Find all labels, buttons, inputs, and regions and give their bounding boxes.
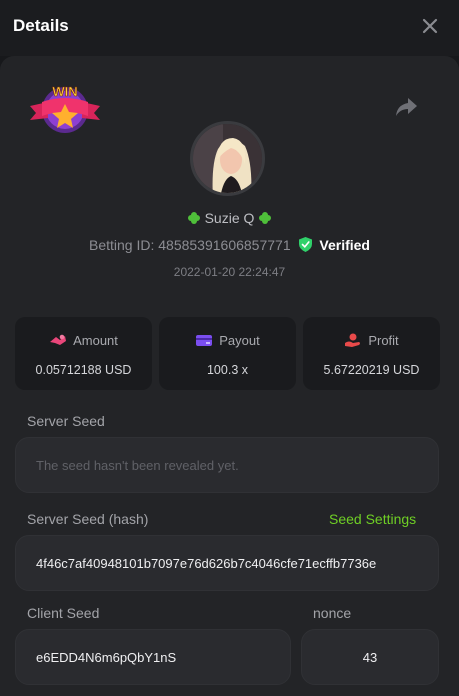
- bet-timestamp: 2022-01-20 22:24:47: [173, 265, 286, 279]
- dialog-title: Details: [13, 16, 69, 35]
- win-badge-text: WIN: [52, 84, 77, 99]
- server-seed-hash-field[interactable]: 4f46c7af40948101b7097e76d626b7c4046cfe71…: [15, 535, 439, 591]
- verified-label: Verified: [319, 237, 370, 253]
- clover-icon: [259, 212, 272, 224]
- server-seed-hash-label: Server Seed (hash): [27, 511, 149, 527]
- betting-id-value: 48585391606857771: [158, 237, 291, 253]
- dialog-header: Details: [0, 0, 459, 56]
- client-seed-field[interactable]: e6EDD4N6m6pQbY1nS: [15, 629, 291, 685]
- amount-value: 0.05712188 USD: [35, 363, 132, 377]
- client-seed-value: e6EDD4N6m6pQbY1nS: [36, 650, 177, 665]
- username[interactable]: Suzie Q: [205, 210, 255, 226]
- payout-icon: [196, 335, 213, 346]
- username-row: Suzie Q: [0, 210, 459, 226]
- amount-card: Amount 0.05712188 USD: [15, 317, 152, 390]
- win-badge-icon: WIN: [30, 84, 100, 133]
- seed-settings-link[interactable]: Seed Settings: [329, 511, 416, 527]
- payout-card: Payout 100.3 x: [159, 317, 296, 390]
- betting-id-label: Betting ID:: [88, 237, 155, 253]
- payout-value: 100.3 x: [206, 363, 248, 377]
- amount-label: Amount: [73, 333, 118, 348]
- shield-check-icon: [298, 237, 312, 252]
- nonce-label: nonce: [313, 605, 352, 621]
- payout-label: Payout: [219, 333, 260, 348]
- server-seed-placeholder: The seed hasn't been revealed yet.: [36, 458, 239, 473]
- client-seed-label: Client Seed: [27, 605, 100, 621]
- avatar: [190, 121, 265, 196]
- profit-card: Profit 5.67220219 USD: [303, 317, 440, 390]
- clover-icon: [187, 212, 200, 224]
- profit-label: Profit: [368, 333, 399, 348]
- nonce-value: 43: [362, 650, 378, 665]
- server-seed-hash-value: 4f46c7af40948101b7097e76d626b7c4046cfe71…: [36, 556, 377, 571]
- server-seed-label: Server Seed: [27, 413, 105, 429]
- close-icon[interactable]: [419, 15, 441, 37]
- share-icon[interactable]: [394, 96, 418, 118]
- profit-icon: [345, 333, 361, 347]
- nonce-field[interactable]: 43: [301, 629, 439, 685]
- betting-id-row: Betting ID: 48585391606857771 Verified: [0, 237, 459, 253]
- profit-value: 5.67220219 USD: [323, 363, 420, 377]
- amount-icon: [50, 334, 67, 345]
- server-seed-field[interactable]: The seed hasn't been revealed yet.: [15, 437, 439, 493]
